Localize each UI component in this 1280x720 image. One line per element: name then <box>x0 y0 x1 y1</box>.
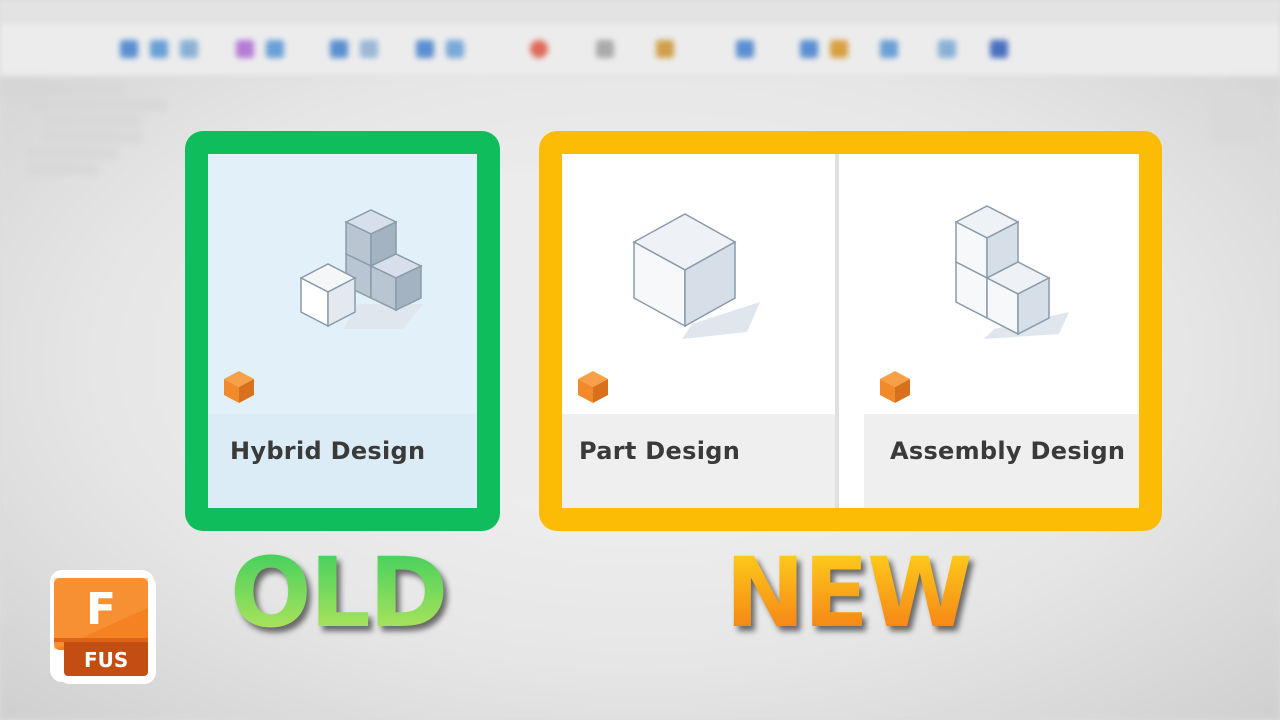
assembly-design-art <box>864 154 1139 414</box>
toolbar-icon <box>236 40 254 58</box>
toolbar-icon <box>266 40 284 58</box>
toolbar-icon <box>416 40 434 58</box>
viewcube-icon <box>1210 92 1258 144</box>
design-badge-icon <box>880 371 910 403</box>
new-frame: Part Design Assembly Design <box>539 131 1162 531</box>
part-design-card[interactable]: Part Design <box>562 154 835 508</box>
browser-panel <box>14 80 184 200</box>
toolbar-icon <box>596 40 614 58</box>
toolbar-icon <box>880 40 898 58</box>
toolbar-icon <box>446 40 464 58</box>
toolbar-icon <box>990 40 1008 58</box>
toolbar-icon <box>360 40 378 58</box>
old-caption: OLD <box>230 537 448 649</box>
toolbar-icon <box>656 40 674 58</box>
old-frame: Hybrid Design <box>185 131 500 531</box>
toolbar-icon <box>530 40 548 58</box>
toolbar-icon <box>830 40 848 58</box>
toolbar-icon <box>938 40 956 58</box>
autodesk-fusion-icon: F FUS <box>44 568 160 688</box>
design-badge-icon <box>224 371 254 403</box>
toolbar-icon <box>150 40 168 58</box>
assembly-design-card[interactable]: Assembly Design <box>864 154 1139 508</box>
logo-tag: FUS <box>84 648 129 672</box>
new-caption: NEW <box>725 537 973 649</box>
toolbar-icon <box>330 40 348 58</box>
toolbar-icon <box>736 40 754 58</box>
design-badge-icon <box>578 371 608 403</box>
timeline <box>560 668 740 680</box>
toolbar-icon <box>800 40 818 58</box>
title-bar <box>0 0 1280 24</box>
toolbar-icon <box>120 40 138 58</box>
logo-letter: F <box>86 584 117 635</box>
assembly-design-label: Assembly Design <box>890 437 1126 465</box>
toolbar-ribbon <box>0 24 1280 77</box>
part-design-label: Part Design <box>579 437 741 465</box>
toolbar-icon <box>180 40 198 58</box>
hybrid-design-label: Hybrid Design <box>230 437 426 465</box>
part-design-art <box>562 154 835 414</box>
card-divider <box>835 154 839 508</box>
hybrid-design-card[interactable]: Hybrid Design <box>208 154 477 508</box>
hybrid-design-art <box>208 154 477 414</box>
